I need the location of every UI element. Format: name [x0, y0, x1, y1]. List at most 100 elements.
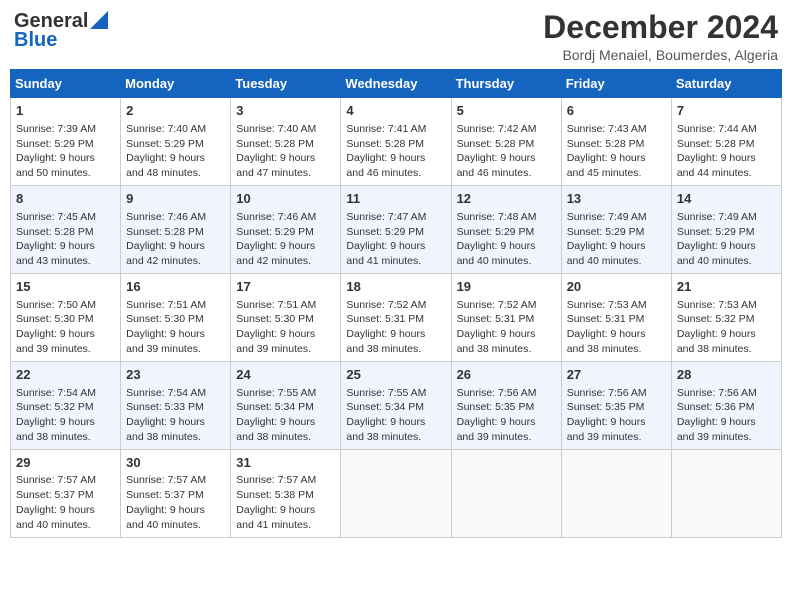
cell-info: Sunrise: 7:56 AMSunset: 5:36 PMDaylight:… [677, 387, 757, 444]
calendar-week-row: 22 Sunrise: 7:54 AMSunset: 5:32 PMDayligh… [11, 361, 782, 449]
cell-info: Sunrise: 7:47 AMSunset: 5:29 PMDaylight:… [346, 211, 426, 268]
location: Bordj Menaiel, Boumerdes, Algeria [543, 47, 778, 63]
calendar-cell: 30 Sunrise: 7:57 AMSunset: 5:37 PMDayligh… [121, 449, 231, 537]
day-number: 9 [126, 190, 225, 208]
calendar-table: SundayMondayTuesdayWednesdayThursdayFrid… [10, 69, 782, 538]
calendar-cell [561, 449, 671, 537]
calendar-cell: 23 Sunrise: 7:54 AMSunset: 5:33 PMDayligh… [121, 361, 231, 449]
calendar-cell: 4Sunrise: 7:41 AMSunset: 5:28 PMDaylight… [341, 98, 451, 186]
calendar-cell: 26Sunrise: 7:56 AMSunset: 5:35 PMDayligh… [451, 361, 561, 449]
calendar-cell: 22 Sunrise: 7:54 AMSunset: 5:32 PMDayligh… [11, 361, 121, 449]
logo-blue: Blue [14, 29, 57, 52]
weekday-header: Tuesday [231, 70, 341, 98]
day-number: 16 [126, 278, 225, 296]
cell-info: Sunrise: 7:57 AMSunset: 5:38 PMDaylight:… [236, 474, 316, 531]
calendar-body: 1 Sunrise: 7:39 AMSunset: 5:29 PMDaylight… [11, 98, 782, 538]
day-number: 12 [457, 190, 556, 208]
day-number: 28 [677, 366, 776, 384]
calendar-cell: 31 Sunrise: 7:57 AMSunset: 5:38 PMDayligh… [231, 449, 341, 537]
cell-info: Sunrise: 7:48 AMSunset: 5:29 PMDaylight:… [457, 211, 537, 268]
cell-info: Sunrise: 7:50 AMSunset: 5:30 PMDaylight:… [16, 299, 96, 356]
month-title: December 2024 [543, 10, 778, 45]
weekday-header: Monday [121, 70, 231, 98]
weekday-header: Saturday [671, 70, 781, 98]
calendar-week-row: 29 Sunrise: 7:57 AMSunset: 5:37 PMDayligh… [11, 449, 782, 537]
day-number: 14 [677, 190, 776, 208]
calendar-cell: 20Sunrise: 7:53 AMSunset: 5:31 PMDayligh… [561, 274, 671, 362]
cell-info: Sunrise: 7:45 AMSunset: 5:28 PMDaylight:… [16, 211, 96, 268]
calendar-cell: 14 Sunrise: 7:49 AMSunset: 5:29 PMDayligh… [671, 186, 781, 274]
calendar-week-row: 1 Sunrise: 7:39 AMSunset: 5:29 PMDaylight… [11, 98, 782, 186]
cell-info: Sunrise: 7:54 AMSunset: 5:33 PMDaylight:… [126, 387, 206, 444]
calendar-cell: 1 Sunrise: 7:39 AMSunset: 5:29 PMDaylight… [11, 98, 121, 186]
calendar-cell: 19 Sunrise: 7:52 AMSunset: 5:31 PMDayligh… [451, 274, 561, 362]
calendar-cell: 21 Sunrise: 7:53 AMSunset: 5:32 PMDayligh… [671, 274, 781, 362]
calendar-cell: 2 Sunrise: 7:40 AMSunset: 5:29 PMDaylight… [121, 98, 231, 186]
calendar-cell: 24 Sunrise: 7:55 AMSunset: 5:34 PMDayligh… [231, 361, 341, 449]
day-number: 25 [346, 366, 445, 384]
cell-info: Sunrise: 7:44 AMSunset: 5:28 PMDaylight:… [677, 123, 757, 180]
cell-info: Sunrise: 7:51 AMSunset: 5:30 PMDaylight:… [236, 299, 316, 356]
day-number: 30 [126, 454, 225, 472]
calendar-cell: 8 Sunrise: 7:45 AMSunset: 5:28 PMDaylight… [11, 186, 121, 274]
day-number: 23 [126, 366, 225, 384]
day-number: 29 [16, 454, 115, 472]
cell-info: Sunrise: 7:49 AMSunset: 5:29 PMDaylight:… [567, 211, 647, 268]
calendar-cell: 12 Sunrise: 7:48 AMSunset: 5:29 PMDayligh… [451, 186, 561, 274]
cell-info: Sunrise: 7:56 AMSunset: 5:35 PMDaylight:… [457, 387, 537, 444]
cell-info: Sunrise: 7:53 AMSunset: 5:32 PMDaylight:… [677, 299, 757, 356]
cell-info: Sunrise: 7:40 AMSunset: 5:28 PMDaylight:… [236, 123, 316, 180]
calendar-cell [451, 449, 561, 537]
cell-info: Sunrise: 7:51 AMSunset: 5:30 PMDaylight:… [126, 299, 206, 356]
cell-info: Sunrise: 7:52 AMSunset: 5:31 PMDaylight:… [457, 299, 537, 356]
calendar-cell: 6Sunrise: 7:43 AMSunset: 5:28 PMDaylight… [561, 98, 671, 186]
title-area: December 2024 Bordj Menaiel, Boumerdes, … [543, 10, 778, 63]
day-number: 24 [236, 366, 335, 384]
cell-info: Sunrise: 7:40 AMSunset: 5:29 PMDaylight:… [126, 123, 206, 180]
logo-icon [90, 11, 108, 29]
day-number: 3 [236, 102, 335, 120]
weekday-header: Sunday [11, 70, 121, 98]
day-number: 15 [16, 278, 115, 296]
calendar-cell [671, 449, 781, 537]
calendar-cell [341, 449, 451, 537]
calendar-cell: 10Sunrise: 7:46 AMSunset: 5:29 PMDayligh… [231, 186, 341, 274]
day-number: 21 [677, 278, 776, 296]
cell-info: Sunrise: 7:55 AMSunset: 5:34 PMDaylight:… [346, 387, 426, 444]
day-number: 13 [567, 190, 666, 208]
calendar-cell: 13 Sunrise: 7:49 AMSunset: 5:29 PMDayligh… [561, 186, 671, 274]
cell-info: Sunrise: 7:39 AMSunset: 5:29 PMDaylight:… [16, 123, 96, 180]
day-number: 19 [457, 278, 556, 296]
day-number: 22 [16, 366, 115, 384]
calendar-cell: 25 Sunrise: 7:55 AMSunset: 5:34 PMDayligh… [341, 361, 451, 449]
logo: General Blue [14, 10, 108, 52]
cell-info: Sunrise: 7:57 AMSunset: 5:37 PMDaylight:… [126, 474, 206, 531]
calendar-cell: 16 Sunrise: 7:51 AMSunset: 5:30 PMDayligh… [121, 274, 231, 362]
cell-info: Sunrise: 7:55 AMSunset: 5:34 PMDaylight:… [236, 387, 316, 444]
cell-info: Sunrise: 7:46 AMSunset: 5:28 PMDaylight:… [126, 211, 206, 268]
calendar-cell: 3 Sunrise: 7:40 AMSunset: 5:28 PMDaylight… [231, 98, 341, 186]
calendar-cell: 7Sunrise: 7:44 AMSunset: 5:28 PMDaylight… [671, 98, 781, 186]
day-number: 11 [346, 190, 445, 208]
day-number: 31 [236, 454, 335, 472]
cell-info: Sunrise: 7:46 AMSunset: 5:29 PMDaylight:… [236, 211, 316, 268]
day-number: 2 [126, 102, 225, 120]
calendar-cell: 18Sunrise: 7:52 AMSunset: 5:31 PMDayligh… [341, 274, 451, 362]
calendar-header-row: SundayMondayTuesdayWednesdayThursdayFrid… [11, 70, 782, 98]
day-number: 20 [567, 278, 666, 296]
day-number: 8 [16, 190, 115, 208]
cell-info: Sunrise: 7:57 AMSunset: 5:37 PMDaylight:… [16, 474, 96, 531]
calendar-week-row: 15 Sunrise: 7:50 AMSunset: 5:30 PMDayligh… [11, 274, 782, 362]
calendar-cell: 27Sunrise: 7:56 AMSunset: 5:35 PMDayligh… [561, 361, 671, 449]
cell-info: Sunrise: 7:49 AMSunset: 5:29 PMDaylight:… [677, 211, 757, 268]
page-header: General Blue December 2024 Bordj Menaiel… [10, 10, 782, 63]
calendar-week-row: 8 Sunrise: 7:45 AMSunset: 5:28 PMDaylight… [11, 186, 782, 274]
weekday-header: Friday [561, 70, 671, 98]
cell-info: Sunrise: 7:54 AMSunset: 5:32 PMDaylight:… [16, 387, 96, 444]
calendar-cell: 29 Sunrise: 7:57 AMSunset: 5:37 PMDayligh… [11, 449, 121, 537]
calendar-cell: 28 Sunrise: 7:56 AMSunset: 5:36 PMDayligh… [671, 361, 781, 449]
cell-info: Sunrise: 7:42 AMSunset: 5:28 PMDaylight:… [457, 123, 537, 180]
day-number: 1 [16, 102, 115, 120]
day-number: 18 [346, 278, 445, 296]
day-number: 5 [457, 102, 556, 120]
